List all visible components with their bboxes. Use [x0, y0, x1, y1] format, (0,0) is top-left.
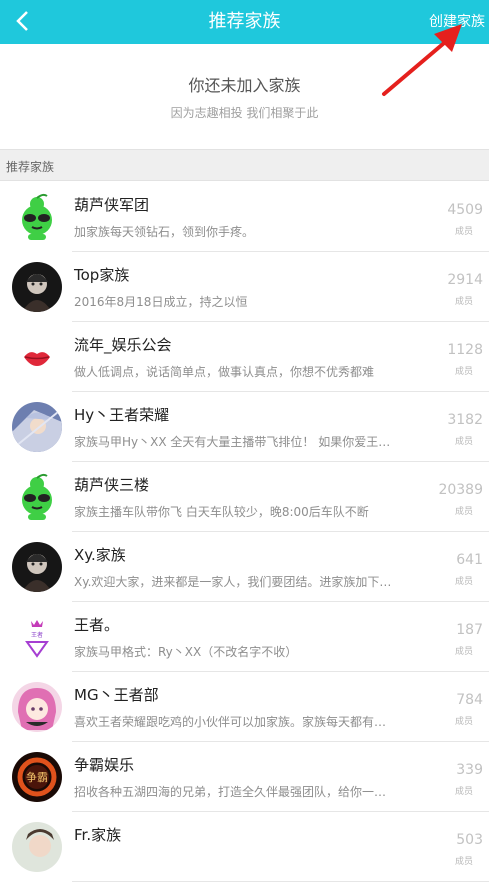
family-row[interactable]: 葫芦侠军团加家族每天领钻石，领到你手疼。 4509 成员 [0, 182, 489, 252]
member-unit-label: 成员 [454, 787, 473, 797]
crown-triangle-logo: 王者 [12, 612, 62, 662]
family-description: Xy.欢迎大家，进来都是一家人，我们要团结。进家族加下… [74, 575, 392, 589]
section-label: 推荐家族 [6, 160, 55, 174]
member-unit-label: 成员 [454, 577, 473, 587]
family-name: 王者。 [74, 616, 120, 634]
photo-avatar [12, 822, 62, 872]
family-description: 家族马甲格式：Ry丶XX（不改名字不收） [74, 645, 298, 659]
svg-text:王者: 王者 [31, 632, 43, 639]
dark-portrait-avatar [12, 542, 62, 592]
member-unit-label: 成员 [454, 297, 473, 307]
family-list: 葫芦侠军团加家族每天领钻石，领到你手疼。 4509 成员 Top家族 2016年8月18… [0, 182, 489, 882]
member-unit-label: 成员 [454, 647, 473, 657]
family-description: 家族主播车队带你飞 白天车队较少，晚8:00后车队不断 [74, 505, 369, 519]
member-count: 4509 [447, 202, 483, 218]
family-row[interactable]: 王者 王者。家族马甲格式：Ry丶XX（不改名字不收） 187 成员 [0, 602, 489, 672]
family-row[interactable]: Fr.家族 503 成员 [0, 812, 489, 882]
member-count: 3182 [447, 412, 483, 428]
family-row[interactable]: Xy.家族 Xy.欢迎大家，进来都是一家人，我们要团结。进家族加下… 641 成员 [0, 532, 489, 602]
member-count: 503 [456, 832, 483, 848]
fire-ring-avatar: 争霸 [12, 752, 62, 802]
family-name: Xy.家族 [74, 546, 126, 564]
family-row[interactable]: Hy丶王者荣耀家族马甲Hy丶XX 全天有大量主播带飞排位！ 如果你爱王… 3182… [0, 392, 489, 462]
member-unit-label: 成员 [454, 507, 473, 517]
family-description: 喜欢王者荣耀跟吃鸡的小伙伴可以加家族。家族每天都有… [74, 715, 387, 729]
member-count: 20389 [438, 482, 483, 498]
family-description: 2016年8月18日成立，持之以恒 [74, 295, 248, 309]
svg-text:争霸: 争霸 [26, 770, 48, 784]
empty-state-subtitle: 因为志趣相投 我们相聚于此 [170, 106, 319, 120]
family-name: MG丶王者部 [74, 686, 159, 704]
section-header: 推荐家族 [0, 149, 489, 181]
family-name: 流年_娱乐公会 [74, 336, 172, 354]
member-unit-label: 成员 [454, 717, 473, 727]
family-description: 招收各种五湖四海的兄弟，打造全久伴最强团队，给你一… [74, 785, 387, 799]
family-row[interactable]: Top家族 2016年8月18日成立，持之以恒 2914 成员 [0, 252, 489, 322]
family-name: 葫芦侠三楼 [74, 476, 150, 494]
anime-girl-avatar [12, 682, 62, 732]
member-count: 339 [456, 762, 483, 778]
member-unit-label: 成员 [454, 437, 473, 447]
member-count: 2914 [447, 272, 483, 288]
family-row[interactable]: 流年_娱乐公会做人低调点，说话简单点，做事认真点，你想不优秀都难 1128 成员 [0, 322, 489, 392]
family-name: 争霸娱乐 [74, 756, 135, 774]
lips-icon [12, 332, 62, 382]
family-name: Fr.家族 [74, 826, 122, 844]
family-name: Hy丶王者荣耀 [74, 406, 170, 424]
family-description: 做人低调点，说话简单点，做事认真点，你想不优秀都难 [74, 365, 375, 379]
family-description: 加家族每天领钻石，领到你手疼。 [74, 225, 255, 239]
dark-portrait-avatar [12, 262, 62, 312]
member-count: 187 [456, 622, 483, 638]
warrior-avatar [12, 402, 62, 452]
member-unit-label: 成员 [454, 227, 473, 237]
member-count: 641 [456, 552, 483, 568]
gourd-mascot-icon [12, 472, 62, 522]
empty-state-title: 你还未加入家族 [188, 76, 301, 95]
family-row[interactable]: MG丶王者部喜欢王者荣耀跟吃鸡的小伙伴可以加家族。家族每天都有… 784 成员 [0, 672, 489, 742]
family-row[interactable]: 争霸 争霸娱乐招收各种五湖四海的兄弟，打造全久伴最强团队，给你一… 339 成员 [0, 742, 489, 812]
member-count: 1128 [447, 342, 483, 358]
family-description: 家族马甲Hy丶XX 全天有大量主播带飞排位！ 如果你爱王… [74, 435, 391, 449]
family-name: Top家族 [74, 266, 130, 284]
family-row[interactable]: 葫芦侠三楼家族主播车队带你飞 白天车队较少，晚8:00后车队不断 20389 成员 [0, 462, 489, 532]
gourd-mascot-icon [12, 192, 62, 242]
family-name: 葫芦侠军团 [74, 196, 150, 214]
member-count: 784 [456, 692, 483, 708]
member-unit-label: 成员 [454, 367, 473, 377]
member-unit-label: 成员 [454, 857, 473, 867]
